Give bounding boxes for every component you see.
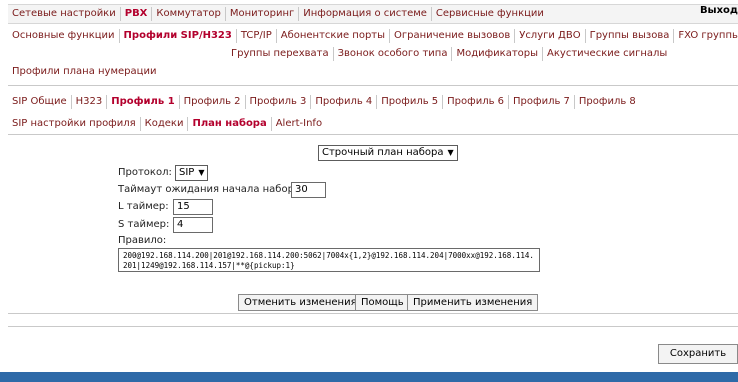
- tab-profile-1[interactable]: Профиль 1: [107, 95, 180, 109]
- divider: [8, 85, 738, 86]
- tab-dial-plan[interactable]: План набора: [188, 117, 272, 131]
- dial-timeout-label: Таймаут ожидания начала набора:: [118, 184, 304, 195]
- l-timer-label: L таймер:: [118, 201, 169, 212]
- pbx-nav-subscriber-ports[interactable]: Абонентские порты: [277, 29, 391, 43]
- profile-tabs: SIP Общие H323 Профиль 1 Профиль 2 Профи…: [8, 93, 738, 111]
- dial-plan-type-select[interactable]: Строчный план набора ▼: [318, 145, 458, 161]
- tab-sip-general[interactable]: SIP Общие: [8, 95, 72, 109]
- apply-changes-button[interactable]: Применить изменения: [407, 294, 539, 311]
- top-nav-network[interactable]: Сетевые настройки: [8, 7, 121, 21]
- pbx-nav-tcpip[interactable]: TCP/IP: [237, 29, 277, 43]
- tab-profile-5[interactable]: Профиль 5: [377, 95, 444, 109]
- pbx-nav-pickup-groups[interactable]: Группы перехвата: [227, 47, 334, 61]
- top-nav-switch[interactable]: Коммутатор: [152, 7, 226, 21]
- tab-profile-2[interactable]: Профиль 2: [180, 95, 246, 109]
- pbx-nav-row1: Основные функции Профили SIP/H323 TCP/IP…: [8, 27, 738, 45]
- cancel-changes-button[interactable]: Отменить изменения: [238, 294, 363, 311]
- s-timer-label: S таймер:: [118, 219, 170, 230]
- tab-profile-4[interactable]: Профиль 4: [311, 95, 378, 109]
- protocol-select[interactable]: SIP ▼: [175, 165, 209, 181]
- tab-profile-7[interactable]: Профиль 7: [509, 95, 575, 109]
- sub-tabs: SIP настройки профиля Кодеки План набора…: [8, 115, 738, 133]
- pbx-nav-fxo-groups[interactable]: FXO группы: [674, 29, 738, 43]
- top-nav: Сетевые настройки PBX Коммутатор Монитор…: [8, 4, 738, 24]
- dial-plan-type-value: Строчный план набора: [322, 147, 444, 158]
- pbx-nav-call-restriction[interactable]: Ограничение вызовов: [390, 29, 516, 43]
- tab-h323[interactable]: H323: [72, 95, 108, 109]
- pbx-nav-row2: Группы перехвата Звонок особого типа Мод…: [8, 45, 738, 63]
- l-timer-input[interactable]: 15: [173, 199, 213, 215]
- protocol-label: Протокол:: [118, 167, 172, 178]
- tab-alert-info[interactable]: Alert-Info: [272, 117, 326, 131]
- pbx-nav-numbering-profiles[interactable]: Профили плана нумерации: [8, 65, 160, 79]
- tab-profile-3[interactable]: Профиль 3: [246, 95, 312, 109]
- s-timer-input[interactable]: 4: [173, 217, 213, 233]
- protocol-value: SIP: [179, 167, 195, 178]
- pbx-nav-call-groups[interactable]: Группы вызова: [586, 29, 675, 43]
- help-button[interactable]: Помощь: [355, 294, 410, 311]
- pbx-nav-dvo[interactable]: Услуги ДВО: [515, 29, 586, 43]
- exit-link[interactable]: Выход: [700, 4, 738, 18]
- rule-label: Правило:: [118, 235, 167, 246]
- save-button[interactable]: Сохранить: [658, 344, 738, 364]
- pbx-nav-modifiers[interactable]: Модификаторы: [452, 47, 544, 61]
- top-nav-system-info[interactable]: Информация о системе: [299, 7, 432, 21]
- divider: [8, 326, 738, 327]
- rule-textarea[interactable]: 200@192.168.114.200|201@192.168.114.200:…: [118, 248, 540, 272]
- chevron-down-icon: ▼: [198, 168, 205, 177]
- dial-timeout-input[interactable]: 30: [291, 182, 326, 198]
- top-nav-service[interactable]: Сервисные функции: [432, 7, 548, 21]
- bottom-bar: [0, 372, 738, 382]
- page-frame: Сетевые настройки PBX Коммутатор Монитор…: [8, 0, 738, 382]
- pbx-nav-sip-profiles[interactable]: Профили SIP/H323: [120, 29, 237, 43]
- tab-profile-8[interactable]: Профиль 8: [575, 95, 640, 109]
- pbx-nav-acoustic-signals[interactable]: Акустические сигналы: [543, 47, 671, 61]
- pbx-nav-main[interactable]: Основные функции: [8, 29, 120, 43]
- top-nav-monitoring[interactable]: Мониторинг: [226, 7, 300, 21]
- top-nav-pbx[interactable]: PBX: [121, 7, 153, 21]
- pbx-nav-special-ring[interactable]: Звонок особого типа: [334, 47, 453, 61]
- tab-codecs[interactable]: Кодеки: [141, 117, 189, 131]
- chevron-down-icon: ▼: [447, 148, 454, 157]
- tab-sip-profile-settings[interactable]: SIP настройки профиля: [8, 117, 141, 131]
- pbx-nav-row3: Профили плана нумерации: [8, 63, 738, 81]
- tab-profile-6[interactable]: Профиль 6: [443, 95, 510, 109]
